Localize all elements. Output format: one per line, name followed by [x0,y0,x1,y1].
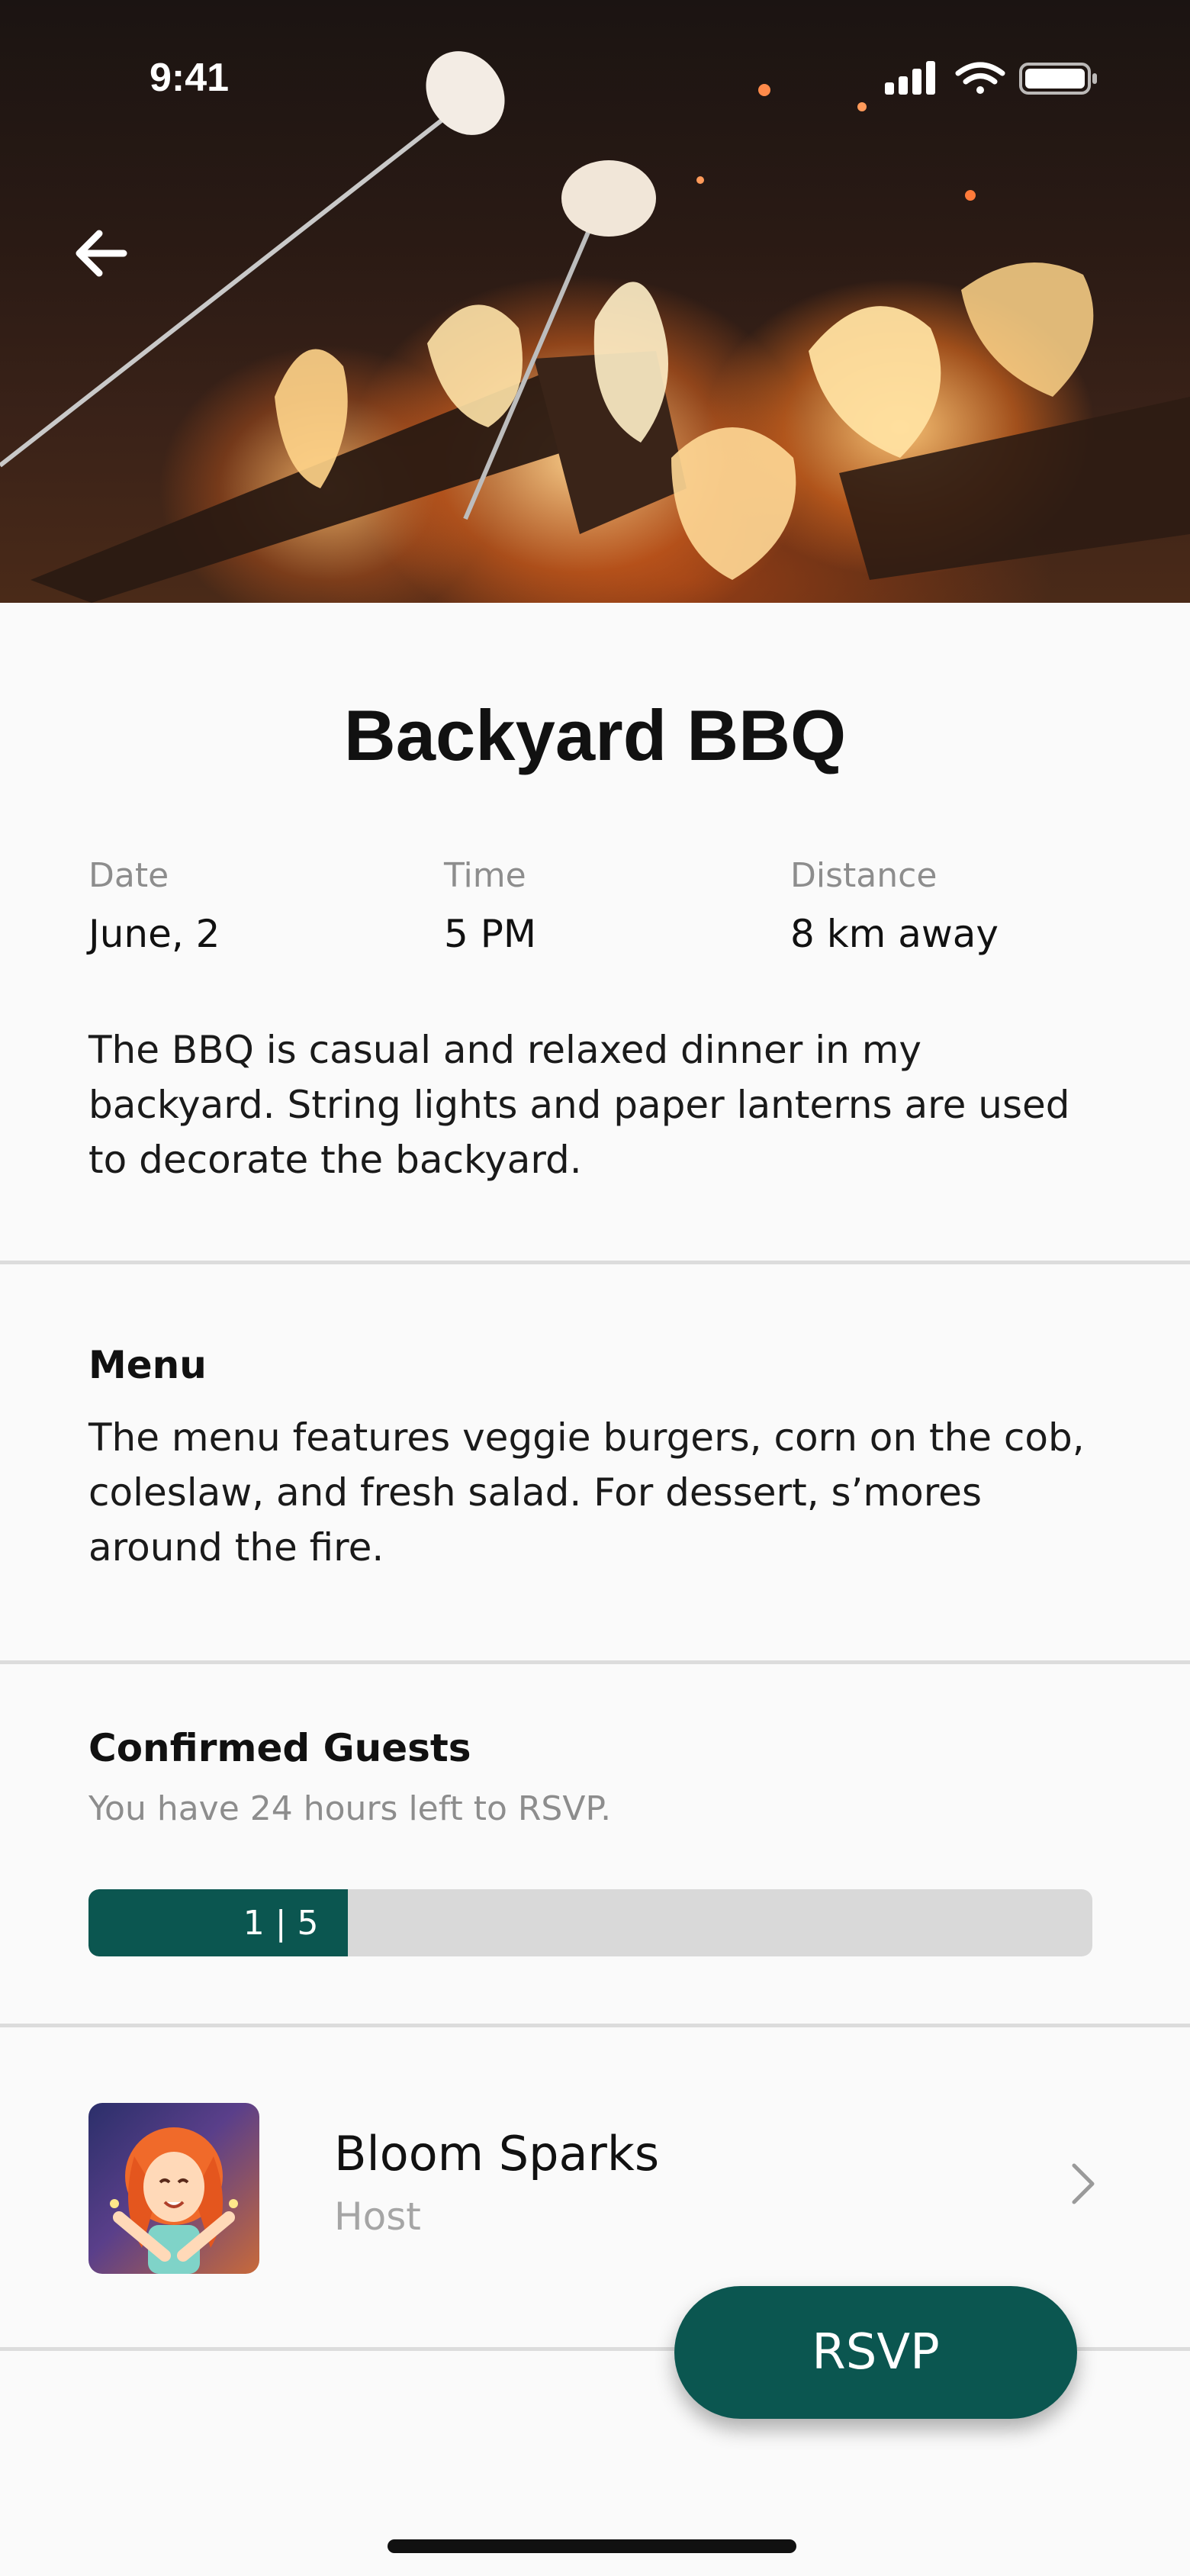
event-title: Backyard BBQ [343,695,847,775]
host-role: Host [334,2194,421,2239]
chevron-right-icon [1069,2161,1097,2210]
avatar [88,2103,259,2274]
distance-label: Distance [790,856,938,895]
time-label: Time [444,856,526,895]
battery-icon [1019,63,1097,95]
meta-distance: Distance 8 km away [790,856,999,956]
rsvp-deadline-text: You have 24 hours left to RSVP. [88,1789,612,1828]
guests-heading: Confirmed Guests [88,1726,471,1770]
home-indicator [388,2539,796,2553]
host-name: Bloom Sparks [334,2126,660,2182]
divider [0,1261,1190,1264]
guests-progress-label: 1 | 5 [243,1903,319,1943]
host-avatar-illustration [110,2127,238,2274]
wifi-icon [955,62,1005,94]
status-time: 9:41 [150,56,230,100]
meta-time: Time 5 PM [444,856,536,956]
date-value: June, 2 [88,912,220,956]
time-value: 5 PM [444,912,536,956]
divider [0,1660,1190,1664]
back-button[interactable] [73,229,150,305]
arrow-left-icon [76,230,127,277]
distance-value: 8 km away [790,912,999,956]
hero-image: 9:41 [0,0,1190,603]
divider [0,2024,1190,2027]
menu-heading: Menu [88,1343,207,1387]
guests-progress-bar: 1 | 5 [88,1889,1092,1956]
event-description: The BBQ is casual and relaxed dinner in … [88,1028,1070,1182]
guests-progress-fill: 1 | 5 [88,1889,348,1956]
cellular-signal-icon [885,61,935,95]
menu-text: The menu features veggie burgers, corn o… [88,1415,1085,1570]
rsvp-button[interactable]: RSVP [674,2286,1077,2419]
date-label: Date [88,856,169,895]
meta-date: Date June, 2 [88,856,220,956]
